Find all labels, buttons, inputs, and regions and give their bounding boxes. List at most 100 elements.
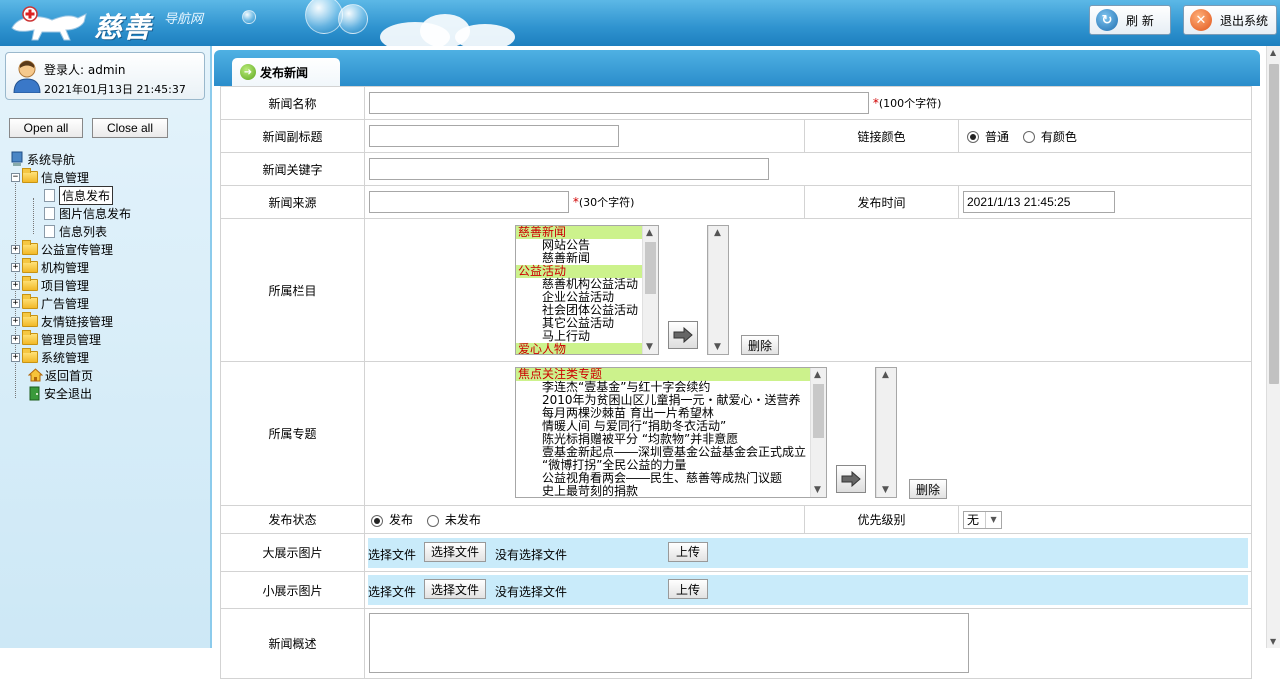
list-option[interactable]: 史上最苛刻的捐款 — [516, 485, 826, 498]
scroll-up-icon[interactable]: ▲ — [1270, 48, 1276, 57]
topic-listbox[interactable]: 焦点关注类专题 李连杰“壹基金”与红十字会续约 2010年为贫困山区儿童捐一元・献爱… — [515, 367, 827, 498]
sidebar-item-label: 安全退出 — [44, 386, 93, 401]
sidebar-item-info-publish[interactable]: 信息发布 — [44, 185, 114, 205]
move-topic-button[interactable] — [836, 465, 866, 493]
priority-select[interactable]: 无 ▼ — [963, 510, 1003, 529]
expand-icon[interactable]: + — [11, 244, 20, 254]
big-image-choose-file-button[interactable]: 选择文件 — [424, 541, 487, 562]
sidebar-item-system-manage[interactable]: + 系统管理 — [11, 348, 89, 366]
scroll-thumb[interactable] — [645, 242, 656, 294]
status-unpublished-radio[interactable] — [426, 514, 439, 527]
color-colored-radio[interactable] — [1022, 131, 1035, 143]
color-colored-label: 有颜色 — [1040, 129, 1077, 144]
move-category-button[interactable] — [668, 321, 698, 349]
sidebar-item-home[interactable]: 返回首页 — [28, 366, 93, 384]
keyword-label: 新闻关键字 — [220, 152, 365, 186]
page-scroll-thumb[interactable] — [1269, 64, 1279, 384]
news-form: 新闻名称 *(100个字符) 新闻副标题 链接颜色 普通 有颜色 新闻关键字 新… — [220, 86, 1252, 679]
folder-icon — [22, 312, 38, 327]
sidebar-item-admin-manage[interactable]: + 管理员管理 — [11, 330, 101, 348]
expand-icon[interactable]: + — [11, 298, 20, 308]
folder-icon — [22, 276, 38, 291]
expand-icon[interactable]: + — [11, 316, 20, 326]
expand-icon[interactable]: + — [11, 334, 20, 344]
big-image-no-file: 没有选择文件 — [495, 547, 568, 562]
scroll-thumb[interactable] — [813, 384, 824, 438]
selected-topic-scrollbar[interactable]: ▲ ▼ — [876, 368, 896, 497]
scroll-down-icon[interactable]: ▼ — [882, 485, 889, 495]
scroll-up-icon[interactable]: ▲ — [646, 228, 653, 238]
scroll-down-icon[interactable]: ▼ — [814, 485, 821, 495]
selected-category-listbox[interactable]: ▲ ▼ — [707, 225, 729, 355]
sidebar-item-info-manage[interactable]: − 信息管理 — [11, 168, 89, 186]
category-listbox[interactable]: 慈善新闻 网站公告 慈善新闻 公益活动 慈善机构公益活动 企业公益活动 社会团体公益活动 其它… — [515, 225, 659, 355]
page-scrollbar[interactable]: ▲ ▼ — [1266, 46, 1280, 648]
news-summary-textarea[interactable] — [369, 613, 969, 673]
news-keyword-input[interactable] — [369, 158, 769, 180]
status-unpublished-label: 未发布 — [444, 513, 481, 527]
sidebar-item-label: 机构管理 — [41, 260, 90, 275]
publish-time-input[interactable] — [963, 191, 1115, 213]
expand-icon[interactable]: + — [11, 280, 20, 290]
sidebar-item-image-publish[interactable]: 图片信息发布 — [44, 204, 131, 222]
category-scrollbar[interactable]: ▲ ▼ — [642, 226, 658, 354]
subtitle-cell — [364, 119, 805, 153]
summary-cell — [364, 608, 1252, 679]
scroll-up-icon[interactable]: ▲ — [814, 370, 821, 380]
selected-category-scrollbar[interactable]: ▲ ▼ — [708, 226, 728, 354]
site-logo: 慈善 导航网 — [8, 2, 218, 44]
expand-icon[interactable]: + — [11, 352, 20, 362]
small-image-no-file: 没有选择文件 — [495, 585, 568, 599]
sidebar-item-info-list[interactable]: 信息列表 — [44, 222, 107, 240]
sidebar-item-link-manage[interactable]: + 友情链接管理 — [11, 312, 113, 330]
news-source-input[interactable] — [369, 191, 569, 213]
big-image-label: 大展示图片 — [220, 533, 365, 572]
refresh-icon: ↻ — [1096, 9, 1118, 31]
subtitle-label: 新闻副标题 — [220, 119, 365, 153]
sidebar-item-ad-manage[interactable]: + 广告管理 — [11, 294, 89, 312]
scroll-down-icon[interactable]: ▼ — [714, 342, 721, 352]
sidebar-item-label: 友情链接管理 — [41, 314, 114, 329]
logout-label: 退出系统 — [1220, 13, 1269, 28]
tab-publish-news[interactable]: ➜ 发布新闻 — [232, 58, 340, 86]
color-normal-radio[interactable] — [967, 131, 979, 143]
sidebar-item-label: 信息发布 — [59, 185, 114, 205]
exit-door-icon — [29, 386, 40, 400]
refresh-button[interactable]: ↻ 刷 新 — [1089, 5, 1171, 35]
collapse-icon[interactable]: − — [11, 172, 20, 182]
sidebar-item-logout[interactable]: 安全退出 — [28, 384, 92, 402]
news-subtitle-input[interactable] — [369, 125, 619, 147]
big-image-upload-button[interactable]: 上传 — [668, 541, 708, 562]
scroll-down-icon[interactable]: ▼ — [646, 342, 653, 352]
delete-topic-button[interactable]: 删除 — [909, 479, 948, 499]
logout-button[interactable]: ✕ 退出系统 — [1183, 5, 1277, 35]
close-all-button[interactable]: Close all — [92, 118, 168, 138]
selected-topic-listbox[interactable]: ▲ ▼ — [875, 367, 897, 498]
priority-value: 无 — [967, 513, 980, 527]
category-label: 所属栏目 — [220, 218, 365, 362]
sidebar-item-label: 信息管理 — [41, 170, 90, 185]
open-all-button[interactable]: Open all — [9, 118, 83, 138]
bubble-decoration — [338, 4, 368, 34]
logout-icon: ✕ — [1190, 9, 1212, 31]
scroll-down-icon[interactable]: ▼ — [1270, 637, 1276, 646]
scroll-up-icon[interactable]: ▲ — [714, 228, 721, 238]
small-image-upload-button[interactable]: 上传 — [668, 579, 708, 599]
sidebar-item-project-manage[interactable]: + 项目管理 — [11, 276, 89, 294]
small-image-choose-file-button[interactable]: 选择文件 — [424, 579, 487, 599]
expand-icon[interactable]: + — [11, 262, 20, 272]
topic-label: 所属专题 — [220, 361, 365, 506]
scroll-up-icon[interactable]: ▲ — [882, 370, 889, 380]
tree-root[interactable]: 系统导航 — [10, 150, 75, 168]
delete-category-button[interactable]: 删除 — [741, 335, 780, 355]
color-normal-label: 普通 — [985, 129, 1010, 144]
sidebar-item-charity-promo[interactable]: + 公益宣传管理 — [11, 240, 113, 258]
list-option[interactable]: 爱心人物 — [516, 343, 658, 354]
title-label: 新闻名称 — [220, 86, 365, 120]
status-published-radio[interactable] — [371, 514, 383, 527]
topic-scrollbar[interactable]: ▲ ▼ — [810, 368, 826, 497]
status-cell: 发布 未发布 — [364, 505, 805, 534]
sidebar-item-org-manage[interactable]: + 机构管理 — [11, 258, 89, 276]
news-title-input[interactable] — [369, 92, 869, 114]
status-label: 发布状态 — [220, 505, 365, 534]
